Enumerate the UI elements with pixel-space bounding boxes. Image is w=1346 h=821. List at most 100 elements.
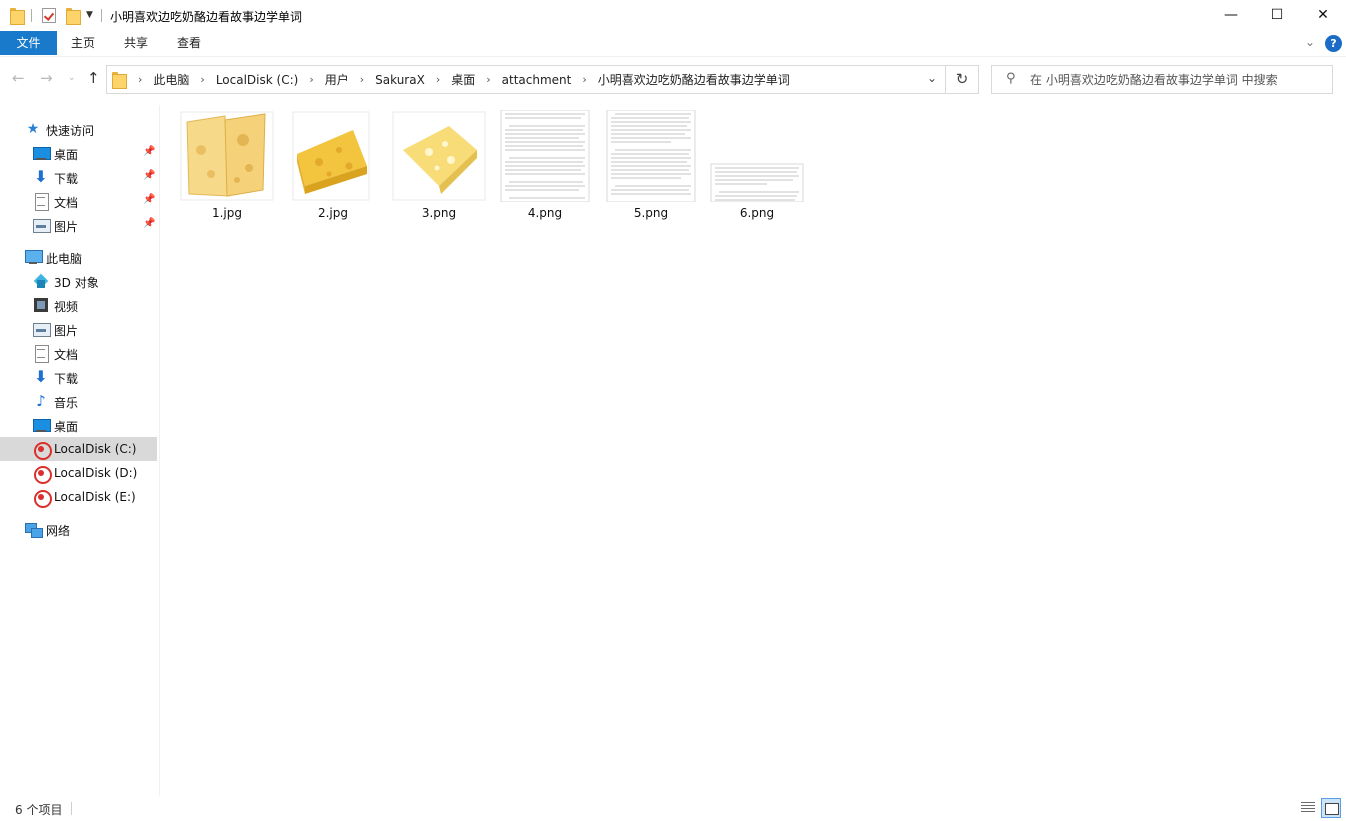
breadcrumb-users[interactable]: 用户 [325, 71, 349, 88]
sidebar-item-label: 下载 [54, 372, 79, 386]
sidebar-item-desktop[interactable]: 桌面 📌 [0, 141, 157, 165]
file-item[interactable]: 2.jpg [283, 110, 383, 228]
search-input[interactable] [1030, 70, 1325, 89]
file-item[interactable]: 4.png [495, 110, 595, 228]
title-bar: ▼ 小明喜欢边吃奶酪边看故事边学单词 — ☐ ✕ [0, 0, 1346, 31]
sidebar-item-desktop-pc[interactable]: 桌面 [0, 413, 157, 437]
sidebar-item-label: LocalDisk (C:) [54, 442, 137, 456]
document-icon [33, 193, 49, 211]
file-item[interactable]: 6.png [707, 110, 807, 228]
file-item[interactable]: 3.png [389, 110, 489, 228]
sidebar-item-pictures-pc[interactable]: 图片 [0, 317, 157, 341]
disk-icon [33, 465, 52, 484]
breadcrumb-separator-icon[interactable]: › [582, 73, 586, 86]
network-icon [25, 521, 43, 538]
sidebar-item-music[interactable]: ♪ 音乐 [0, 389, 157, 413]
properties-icon[interactable] [42, 8, 56, 23]
sidebar-item-label: 桌面 [54, 420, 79, 434]
document-icon [33, 345, 49, 363]
close-button[interactable]: ✕ [1300, 0, 1346, 31]
sidebar-item-label: 快速访问 [46, 124, 95, 138]
pin-icon[interactable]: 📌 [143, 170, 155, 181]
breadcrumb-separator-icon[interactable]: › [309, 73, 313, 86]
breadcrumb-separator-icon[interactable]: › [200, 73, 204, 86]
details-view-icon[interactable] [1298, 798, 1318, 818]
breadcrumb-attachment[interactable]: attachment [502, 73, 572, 87]
file-name: 3.png [421, 206, 457, 220]
address-bar[interactable]: › 此电脑 › LocalDisk (C:) › 用户 › SakuraX › … [106, 65, 946, 94]
new-folder-icon[interactable] [66, 8, 81, 25]
pane-divider[interactable] [159, 105, 160, 796]
breadcrumb-separator-icon[interactable]: › [486, 73, 490, 86]
expand-ribbon-icon[interactable]: ⌄ [1305, 35, 1315, 49]
forward-button[interactable]: → [40, 69, 53, 87]
sidebar-item-documents-pc[interactable]: 文档 [0, 341, 157, 365]
sidebar-item-videos[interactable]: 视频 [0, 293, 157, 317]
computer-icon [25, 249, 43, 265]
file-item[interactable]: 5.png [601, 110, 701, 228]
sidebar-item-pictures[interactable]: 图片 📌 [0, 213, 157, 237]
search-box[interactable]: ⚲ [991, 65, 1333, 94]
tab-file[interactable]: 文件 [0, 31, 57, 55]
navigation-pane: ★ 快速访问 桌面 📌 ⬇ 下载 📌 文档 📌 图片 📌 此电脑 3D 对象 视… [0, 105, 159, 796]
address-history-dropdown-icon[interactable]: ⌄ [927, 71, 937, 85]
cheese-slices-thumbnail [180, 111, 274, 201]
minimize-button[interactable]: — [1208, 0, 1254, 31]
breadcrumb-separator-icon[interactable]: › [138, 73, 142, 86]
desktop-icon [33, 417, 51, 433]
breadcrumb-current-folder[interactable]: 小明喜欢边吃奶酪边看故事边学单词 [598, 71, 790, 88]
breadcrumb-sakurax[interactable]: SakuraX [375, 73, 425, 87]
file-name: 4.png [527, 206, 563, 220]
breadcrumb-separator-icon[interactable]: › [360, 73, 364, 86]
sidebar-item-documents[interactable]: 文档 📌 [0, 189, 157, 213]
sidebar-item-quick-access[interactable]: ★ 快速访问 [0, 117, 157, 141]
recent-locations-icon[interactable]: ⌄ [68, 73, 76, 83]
refresh-button[interactable]: ↻ [946, 65, 979, 94]
breadcrumb-this-pc[interactable]: 此电脑 [153, 71, 189, 88]
navigation-bar: ← → ⌄ ↑ › 此电脑 › LocalDisk (C:) › 用户 › Sa… [0, 56, 1346, 98]
tab-home[interactable]: 主页 [71, 31, 95, 55]
sidebar-item-label: LocalDisk (D:) [54, 466, 138, 480]
sidebar-item-label: 图片 [54, 220, 79, 234]
pin-icon[interactable]: 📌 [143, 218, 155, 229]
pictures-icon [33, 321, 51, 337]
download-icon: ⬇ [34, 167, 48, 186]
tab-share[interactable]: 共享 [124, 31, 148, 55]
status-separator [71, 802, 72, 815]
quick-access-dropdown-icon[interactable]: ▼ [86, 10, 93, 20]
sidebar-item-this-pc[interactable]: 此电脑 [0, 245, 157, 269]
cheese-wedge-thumbnail [292, 111, 370, 201]
breadcrumb-desktop[interactable]: 桌面 [451, 71, 475, 88]
sidebar-item-3d-objects[interactable]: 3D 对象 [0, 269, 157, 293]
sidebar-item-label: 音乐 [54, 396, 79, 410]
pin-icon[interactable]: 📌 [143, 194, 155, 205]
folder-icon [112, 72, 127, 89]
sidebar-item-localdisk-d[interactable]: LocalDisk (D:) [0, 461, 157, 485]
videos-icon [33, 297, 49, 313]
search-icon: ⚲ [1006, 71, 1016, 86]
back-button[interactable]: ← [12, 69, 25, 87]
status-bar: 6 个项目 [0, 796, 1346, 821]
breadcrumb-separator-icon[interactable]: › [436, 73, 440, 86]
maximize-button[interactable]: ☐ [1254, 0, 1300, 31]
ribbon-tabs: 文件 主页 共享 查看 ⌄ ? [0, 31, 1346, 55]
sidebar-item-localdisk-e[interactable]: LocalDisk (E:) [0, 485, 157, 509]
tab-view[interactable]: 查看 [177, 31, 201, 55]
breadcrumb-localdisk-c[interactable]: LocalDisk (C:) [216, 73, 298, 87]
3d-objects-icon [33, 273, 49, 289]
file-name: 1.jpg [211, 206, 243, 220]
disk-icon [33, 489, 52, 508]
desktop-icon [33, 145, 51, 161]
up-button[interactable]: ↑ [87, 69, 100, 87]
sidebar-item-label: 文档 [54, 196, 79, 210]
large-icons-view-icon[interactable] [1321, 798, 1341, 818]
help-icon[interactable]: ? [1325, 35, 1342, 52]
file-name: 6.png [739, 206, 775, 220]
music-icon: ♪ [36, 392, 46, 410]
sidebar-item-network[interactable]: 网络 [0, 517, 157, 541]
sidebar-item-downloads[interactable]: ⬇ 下载 📌 [0, 165, 157, 189]
sidebar-item-downloads-pc[interactable]: ⬇ 下载 [0, 365, 157, 389]
file-item[interactable]: 1.jpg [177, 110, 277, 228]
pin-icon[interactable]: 📌 [143, 146, 155, 157]
sidebar-item-localdisk-c[interactable]: LocalDisk (C:) [0, 437, 157, 461]
